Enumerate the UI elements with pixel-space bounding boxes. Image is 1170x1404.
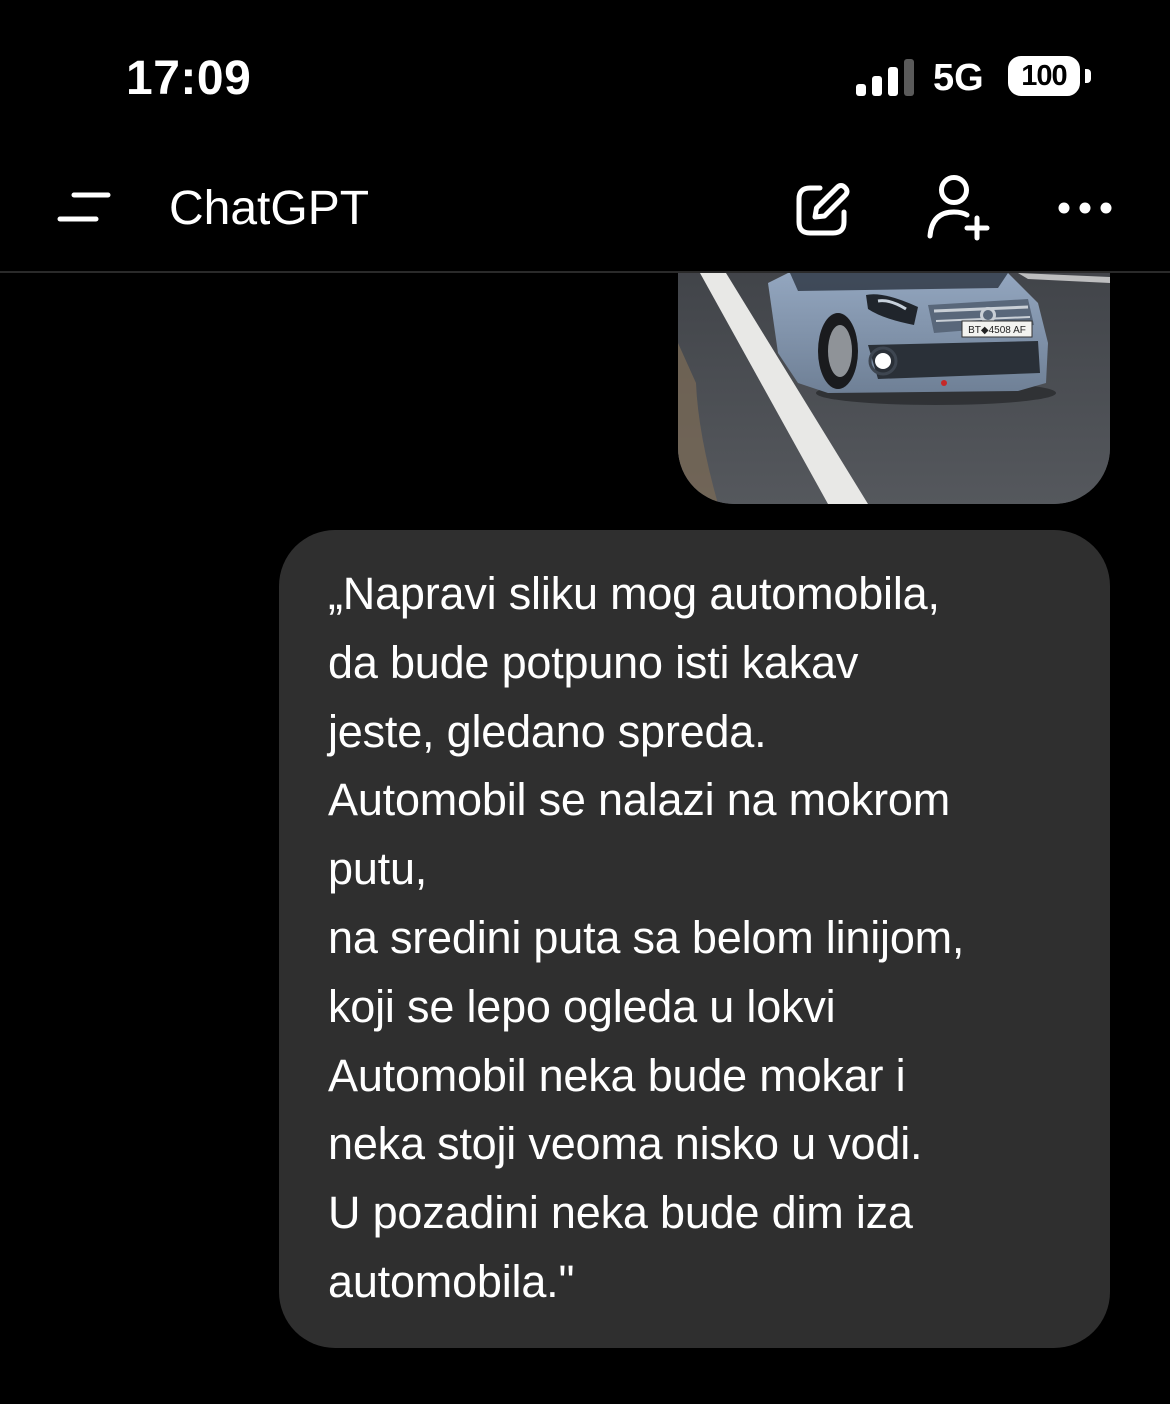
menu-icon[interactable] — [52, 186, 116, 230]
network-type-label: 5G — [933, 57, 984, 99]
chat-conversation[interactable]: BT◆4508 AF „Napravi sliku mog automobila… — [0, 273, 1170, 1404]
more-options-icon[interactable] — [1052, 190, 1118, 226]
car-photo: BT◆4508 AF — [678, 273, 1110, 504]
user-message-bubble[interactable]: „Napravi sliku mog automobila, da bude p… — [279, 530, 1110, 1348]
battery-icon: 100 — [1008, 56, 1092, 100]
user-message-text: „Napravi sliku mog automobila, da bude p… — [328, 568, 965, 1307]
app-title[interactable]: ChatGPT — [169, 180, 369, 238]
battery-level: 100 — [1021, 60, 1067, 92]
add-user-icon[interactable] — [922, 172, 992, 242]
user-image-attachment[interactable]: BT◆4508 AF — [678, 273, 1110, 504]
cellular-signal-icon — [856, 59, 914, 96]
status-bar: 17:09 5G 100 — [0, 0, 1170, 150]
edit-icon[interactable] — [790, 176, 856, 242]
status-time: 17:09 — [126, 52, 252, 105]
top-nav-bar: ChatGPT — [0, 150, 1170, 273]
license-plate-text: BT◆4508 AF — [968, 325, 1026, 336]
